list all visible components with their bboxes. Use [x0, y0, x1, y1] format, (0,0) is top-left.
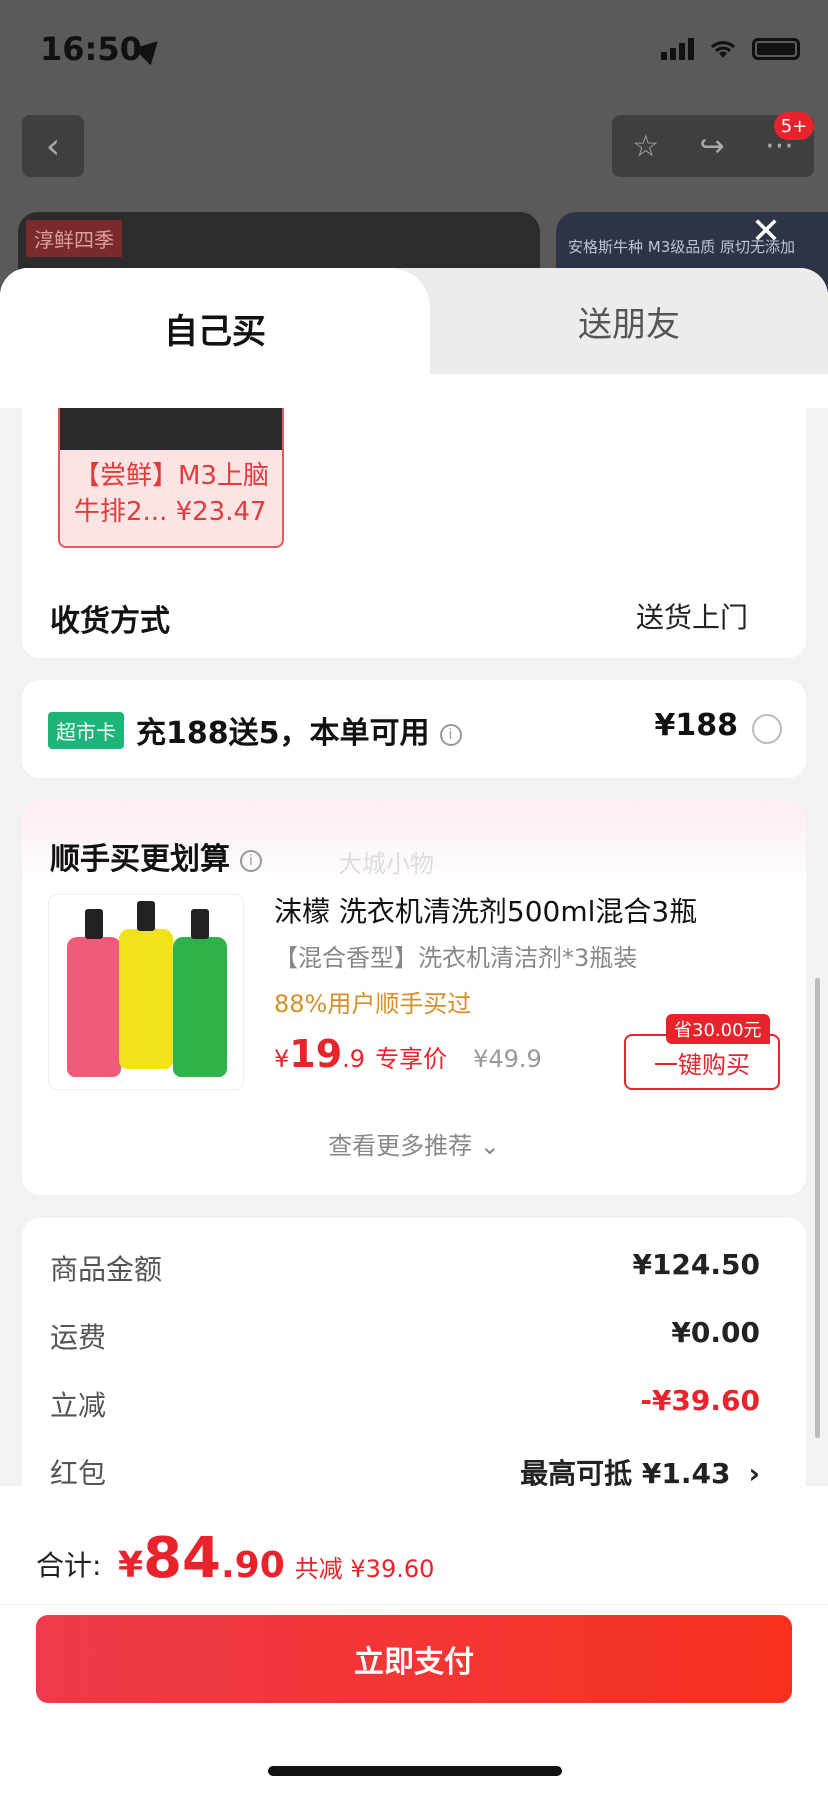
status-bar: 16:50 — [0, 0, 828, 100]
total-amount: ¥84.90 共减 ¥39.60 — [118, 1526, 435, 1591]
offer-radio[interactable] — [752, 714, 782, 744]
back-icon: ‹ — [45, 125, 61, 167]
brand-logo: 淳鲜四季 — [26, 220, 122, 257]
upsell-product-name[interactable]: 沫檬 洗衣机清洗剂500ml混合3瓶 — [274, 890, 697, 930]
share-icon[interactable]: ↪ — [700, 129, 725, 164]
status-time: 16:50 — [40, 30, 142, 68]
scrollbar[interactable] — [815, 978, 820, 1438]
order-item-caption: 【尝鲜】M3上脑牛排2... ¥23.47 — [74, 461, 269, 527]
upsell-product-subtitle: 【混合香型】洗衣机清洁剂*3瓶装 — [274, 944, 638, 972]
order-item-card: 【尝鲜】M3上脑牛排2... ¥23.47 收货方式 送货上门 — [22, 408, 806, 658]
tab-send-to-friend[interactable]: 送朋友 — [430, 268, 828, 374]
more-recommendations-link[interactable]: 查看更多推荐 ⌄ — [22, 1126, 806, 1161]
supermarket-card-tag: 超市卡 — [48, 712, 124, 749]
total-saved: 共减 ¥39.60 — [294, 1555, 435, 1583]
supermarket-card-offer[interactable]: 超市卡 充188送5，本单可用 i ¥188 — [22, 680, 806, 778]
product-image — [60, 408, 282, 450]
pay-now-button[interactable]: 立即支付 — [36, 1615, 792, 1703]
upsell-card: 顺手买更划算 i 大城小物 沫檬 洗衣机清洗剂500ml混合3瓶 【混合香型】洗衣… — [22, 800, 806, 1195]
battery-icon — [752, 38, 800, 60]
shipping-value[interactable]: 送货上门 — [636, 596, 748, 636]
info-icon[interactable]: i — [439, 723, 462, 746]
upsell-product-image[interactable] — [48, 894, 244, 1090]
background-page: 16:50 ‹ ☆ ↪ ··· 5+ 淳鲜四季 安格斯牛种 M3级品质 原切无添… — [0, 0, 828, 300]
back-button[interactable]: ‹ — [22, 115, 84, 177]
notification-badge: 5+ — [774, 112, 814, 140]
shipping-label: 收货方式 — [50, 604, 170, 639]
offer-title: 充188送5，本单可用 — [136, 716, 430, 751]
signal-icon — [661, 38, 694, 60]
wifi-icon — [710, 41, 736, 58]
exclusive-price-label: 专享价 — [375, 1045, 448, 1073]
original-price: ¥49.9 — [473, 1045, 542, 1073]
save-tag: 省30.00元 — [666, 1014, 770, 1044]
info-icon[interactable]: i — [240, 849, 262, 872]
star-icon[interactable]: ☆ — [632, 129, 659, 164]
upsell-product-rate: 88%用户顺手买过 — [274, 990, 472, 1018]
home-indicator — [268, 1766, 562, 1776]
offer-price: ¥188 — [654, 708, 739, 743]
order-item-thumbnail[interactable]: 【尝鲜】M3上脑牛排2... ¥23.47 — [58, 408, 284, 548]
upsell-product-price: ¥19.9 专享价 ¥49.9 — [274, 1032, 542, 1076]
total-label: 合计: — [36, 1549, 102, 1582]
tab-buy-for-self[interactable]: 自己买 — [0, 268, 430, 408]
price-summary-card: 商品金额 ¥124.50 运费 ¥0.00 立减 -¥39.60 红包 最高可抵… — [22, 1218, 806, 1518]
watermark: 大城小物 — [338, 850, 434, 878]
checkout-footer: 合计: ¥84.90 共减 ¥39.60 立即支付 — [0, 1486, 828, 1793]
upsell-title: 顺手买更划算 — [50, 842, 230, 877]
purchase-tabs: 自己买 送朋友 — [0, 268, 828, 408]
close-icon[interactable]: ✕ — [748, 214, 784, 250]
